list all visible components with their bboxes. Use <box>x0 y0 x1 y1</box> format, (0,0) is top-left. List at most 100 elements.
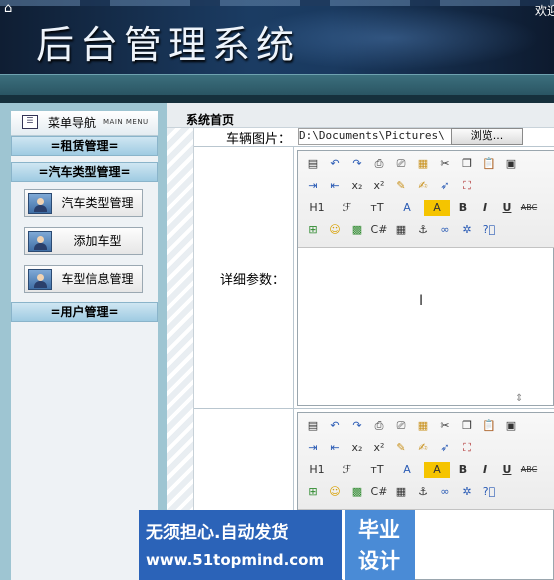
sidebar-item-car-type-manage[interactable]: 汽车类型管理 <box>24 189 143 217</box>
strikethrough-button[interactable]: ABC <box>520 200 538 216</box>
font-color-dropdown[interactable]: A <box>394 462 420 478</box>
sidebar-group-users[interactable]: =用户管理= <box>11 302 158 322</box>
editor-text-area[interactable] <box>298 247 553 397</box>
top-bar <box>0 74 554 95</box>
copy-icon[interactable]: ❐ <box>458 418 476 434</box>
preview-icon[interactable]: ⎙ <box>370 156 388 172</box>
superscript-icon[interactable]: x² <box>370 178 388 194</box>
indent-icon[interactable]: ⇥ <box>304 178 322 194</box>
table-icon[interactable]: ▦ <box>392 222 410 238</box>
fullscreen-icon[interactable]: ⛶ <box>458 178 476 194</box>
resize-handle-icon[interactable]: ⇕ <box>515 393 523 404</box>
outdent-icon[interactable]: ⇤ <box>326 440 344 456</box>
underline-button[interactable]: U <box>498 200 516 216</box>
watermark-url: www.51topmind.com <box>146 551 325 569</box>
clear-format-icon[interactable]: ✎ <box>392 178 410 194</box>
undo-icon[interactable]: ↶ <box>326 156 344 172</box>
italic-button[interactable]: I <box>476 200 494 216</box>
font-size-dropdown[interactable]: тT <box>364 462 390 478</box>
browse-button[interactable]: 浏览... <box>451 128 523 145</box>
image-icon[interactable]: ▩ <box>348 222 366 238</box>
indent-icon[interactable]: ⇥ <box>304 440 322 456</box>
sidebar-group-rental[interactable]: =租赁管理= <box>11 136 158 156</box>
sidebar-item-label: 车型信息管理 <box>61 272 134 286</box>
font-size-dropdown[interactable]: тT <box>364 200 390 216</box>
font-color-dropdown[interactable]: A <box>394 200 420 216</box>
template-icon[interactable]: ▦ <box>414 418 432 434</box>
image-label: 车辆图片： <box>226 132 292 147</box>
subscript-icon[interactable]: x₂ <box>348 178 366 194</box>
user-icon <box>28 231 52 252</box>
help-icon[interactable]: ?⃝ <box>480 484 498 500</box>
subscript-icon[interactable]: x₂ <box>348 440 366 456</box>
template-icon[interactable]: ▦ <box>414 156 432 172</box>
heading-dropdown[interactable]: H1 <box>304 200 330 216</box>
unlink-icon[interactable]: ✲ <box>458 222 476 238</box>
heading-dropdown[interactable]: H1 <box>304 462 330 478</box>
table-icon[interactable]: ▦ <box>392 484 410 500</box>
cut-icon[interactable]: ✂ <box>436 156 454 172</box>
paste-text-icon[interactable]: ▣ <box>502 156 520 172</box>
insert-row-icon[interactable]: ⊞ <box>304 484 322 500</box>
font-family-dropdown[interactable]: ℱ <box>334 462 360 478</box>
paste-text-icon[interactable]: ▣ <box>502 418 520 434</box>
underline-button[interactable]: U <box>498 462 516 478</box>
sidebar-group-car-types[interactable]: =汽车类型管理= <box>11 162 158 182</box>
watermark-badge-line1: 毕业 <box>358 518 400 542</box>
redo-icon[interactable]: ↷ <box>348 156 366 172</box>
sidebar-item-add-car-type[interactable]: 添加车型 <box>24 227 143 255</box>
select-all-icon[interactable]: ✍ <box>414 440 432 456</box>
bold-button[interactable]: B <box>454 462 472 478</box>
cut-icon[interactable]: ✂ <box>436 418 454 434</box>
code-icon[interactable]: C# <box>370 222 388 238</box>
menu-title: 菜单导航 <box>48 116 97 130</box>
bold-button[interactable]: B <box>454 200 472 216</box>
pointer-icon[interactable]: ➶ <box>436 178 454 194</box>
sidebar-item-car-info-manage[interactable]: 车型信息管理 <box>24 265 143 293</box>
home-icon[interactable]: ⌂ <box>4 2 18 16</box>
undo-icon[interactable]: ↶ <box>326 418 344 434</box>
highlight-color-dropdown[interactable]: A <box>424 462 450 478</box>
fullscreen-icon[interactable]: ⛶ <box>458 440 476 456</box>
highlight-color-dropdown[interactable]: A <box>424 200 450 216</box>
anchor-icon[interactable]: ⚓ <box>414 484 432 500</box>
copy-icon[interactable]: ❐ <box>458 156 476 172</box>
clear-format-icon[interactable]: ✎ <box>392 440 410 456</box>
source-icon[interactable]: ▤ <box>304 418 322 434</box>
paste-icon[interactable]: 📋 <box>480 418 498 434</box>
redo-icon[interactable]: ↷ <box>348 418 366 434</box>
editor-toolbar: ▤ ↶ ↷ ⎙ ⎚ ▦ ✂ ❐ 📋 ▣ ⇥ ⇤ x₂ x² ✎ ✍ ➶ ⛶ H1… <box>298 413 554 510</box>
table-divider <box>194 408 554 409</box>
link-icon[interactable]: ∞ <box>436 222 454 238</box>
font-family-dropdown[interactable]: ℱ <box>334 200 360 216</box>
image-file-input[interactable]: D:\Documents\Pictures\ <box>298 128 452 145</box>
print-icon[interactable]: ⎚ <box>392 418 410 434</box>
code-icon[interactable]: C# <box>370 484 388 500</box>
system-title: 后台管理系统 <box>36 23 301 67</box>
pointer-icon[interactable]: ➶ <box>436 440 454 456</box>
sidebar-item-label: 汽车类型管理 <box>61 196 134 210</box>
anchor-icon[interactable]: ⚓ <box>414 222 432 238</box>
emoticon-icon[interactable]: ☺ <box>326 484 344 500</box>
strikethrough-button[interactable]: ABC <box>520 462 538 478</box>
breadcrumb[interactable]: 系统首页 <box>186 111 234 128</box>
print-icon[interactable]: ⎚ <box>392 156 410 172</box>
sidebar-item-label: 添加车型 <box>73 234 122 248</box>
unlink-icon[interactable]: ✲ <box>458 484 476 500</box>
link-icon[interactable]: ∞ <box>436 484 454 500</box>
user-icon <box>28 193 52 214</box>
watermark-slogan: 无须担心.自动发货 <box>146 523 289 543</box>
source-icon[interactable]: ▤ <box>304 156 322 172</box>
outdent-icon[interactable]: ⇤ <box>326 178 344 194</box>
menu-list-icon: ☰ <box>22 115 38 129</box>
italic-button[interactable]: I <box>476 462 494 478</box>
insert-row-icon[interactable]: ⊞ <box>304 222 322 238</box>
help-icon[interactable]: ?⃝ <box>480 222 498 238</box>
superscript-icon[interactable]: x² <box>370 440 388 456</box>
select-all-icon[interactable]: ✍ <box>414 178 432 194</box>
preview-icon[interactable]: ⎙ <box>370 418 388 434</box>
paste-icon[interactable]: 📋 <box>480 156 498 172</box>
image-icon[interactable]: ▩ <box>348 484 366 500</box>
emoticon-icon[interactable]: ☺ <box>326 222 344 238</box>
divider-strip <box>0 95 554 103</box>
